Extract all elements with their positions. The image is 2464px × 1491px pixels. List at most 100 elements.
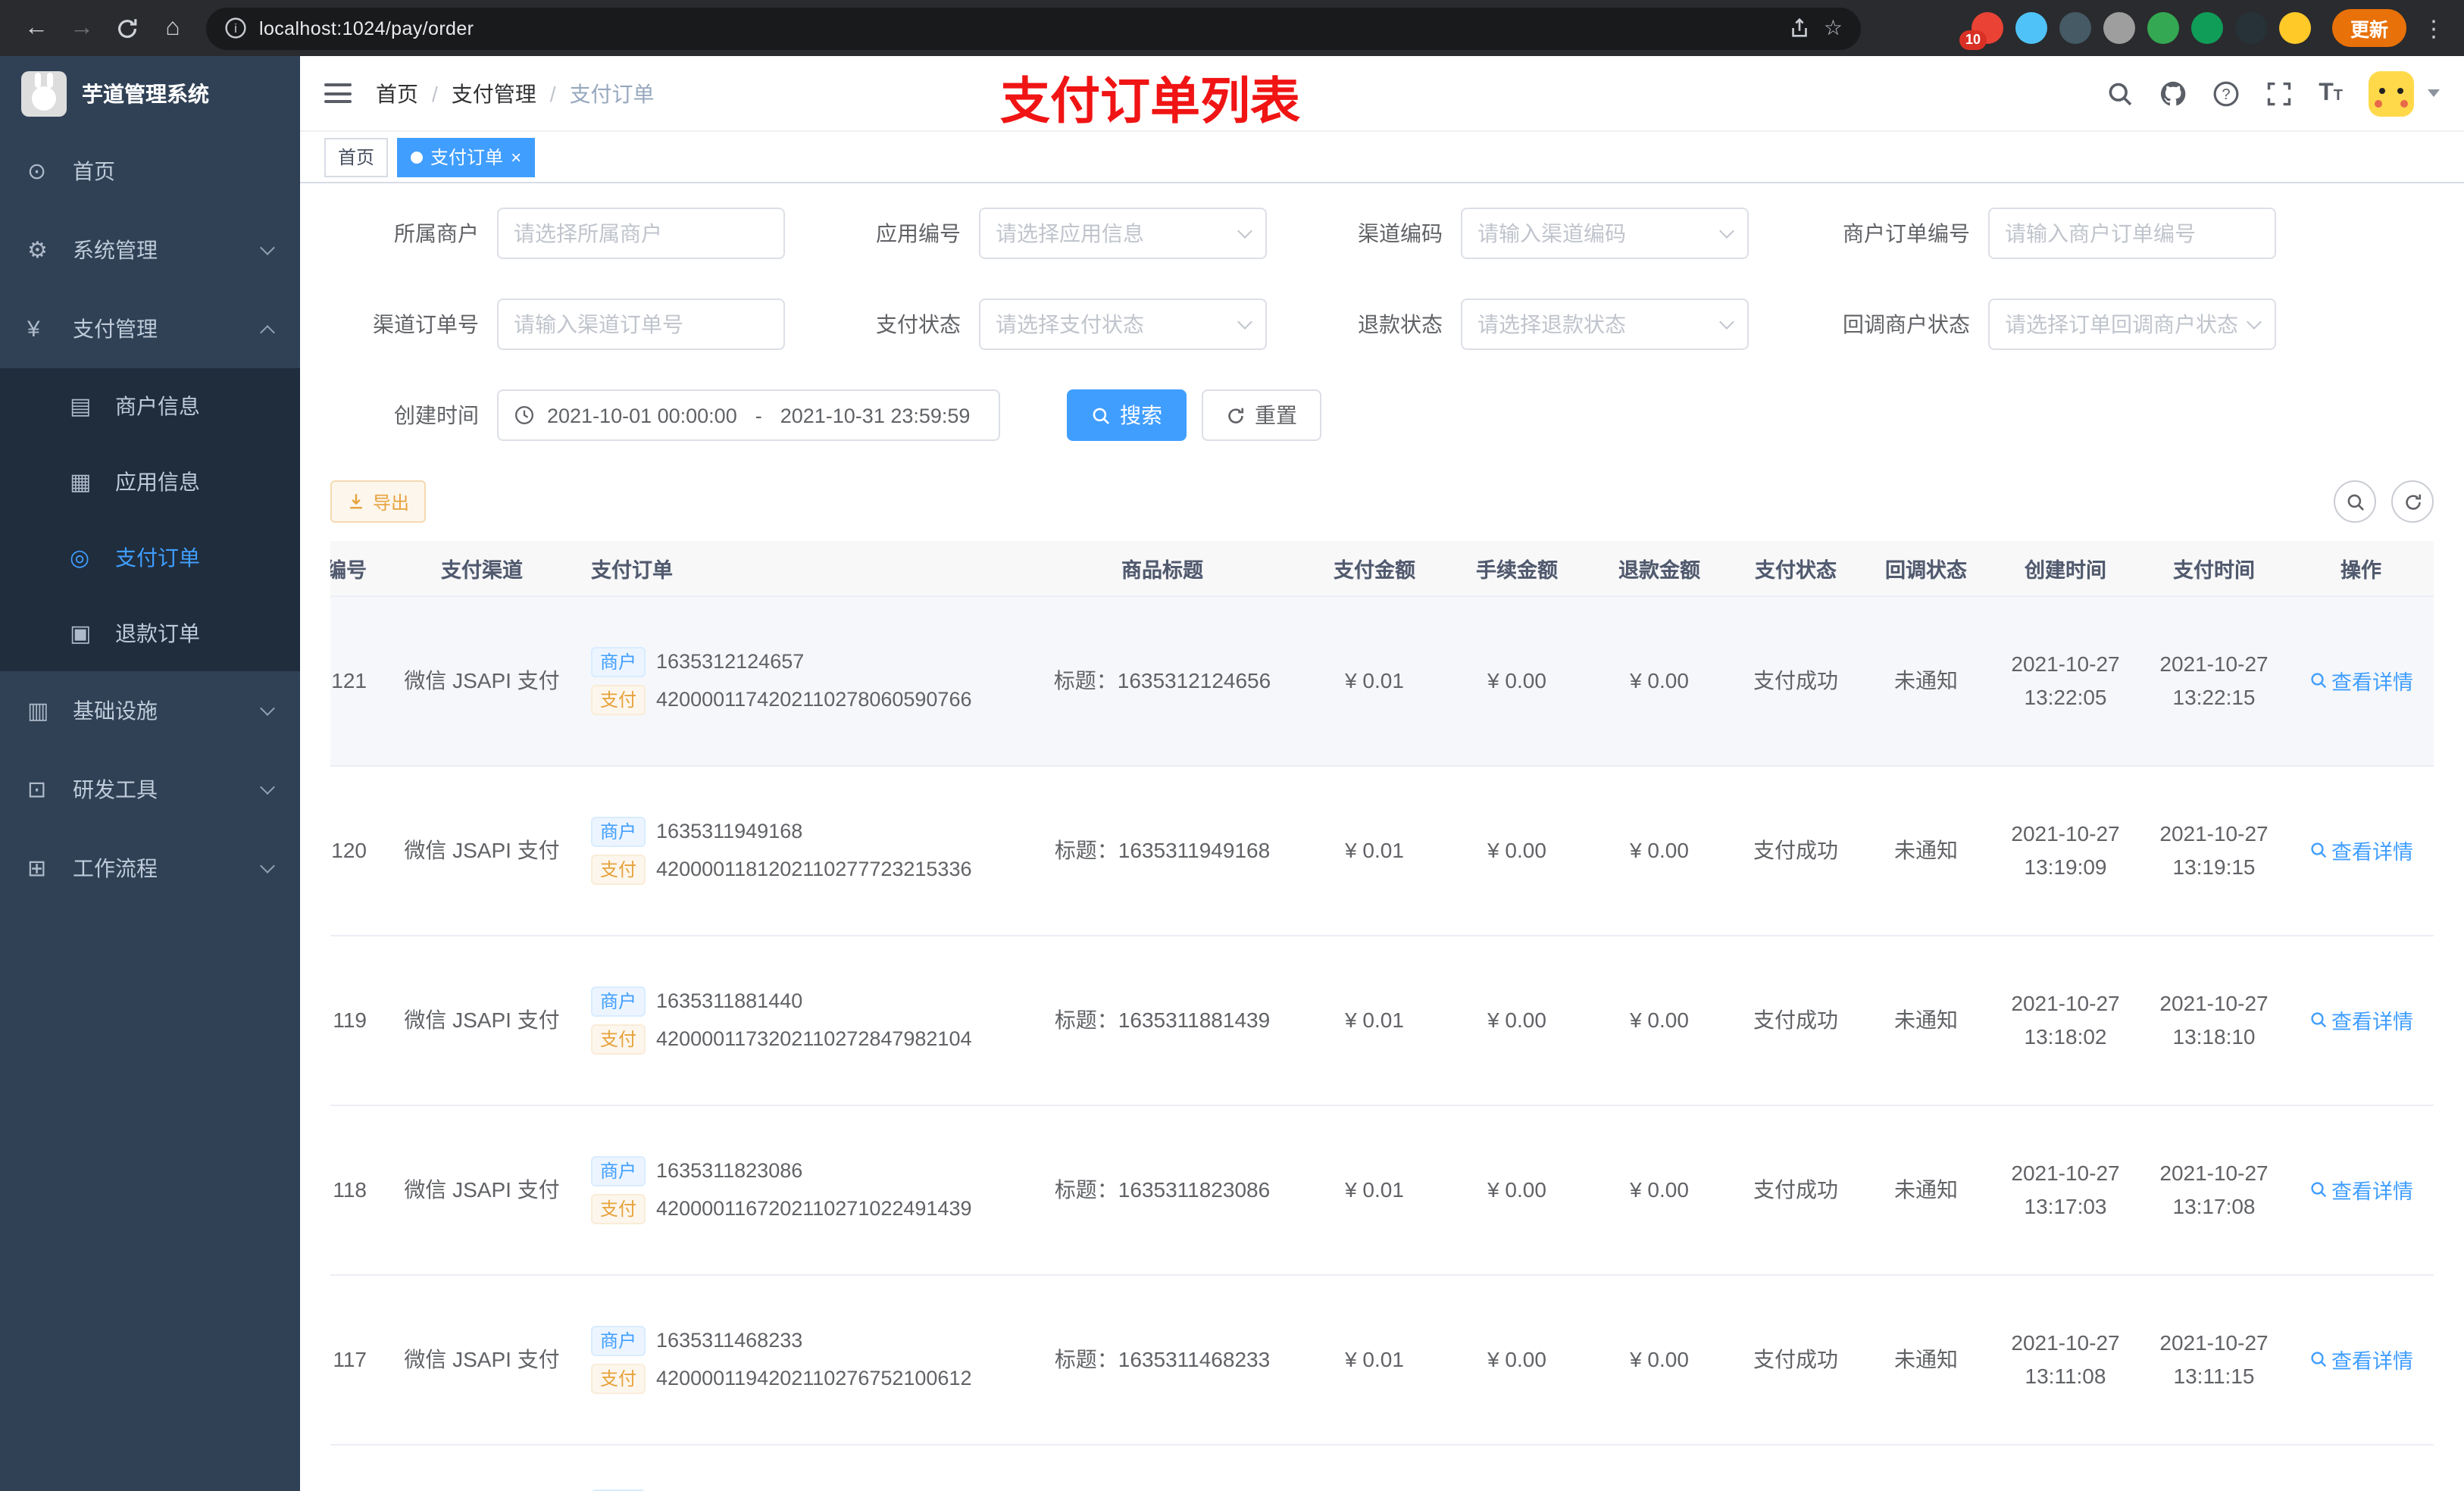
view-detail-link[interactable]: 查看详情 xyxy=(2309,665,2413,695)
view-detail-link[interactable]: 查看详情 xyxy=(2309,1344,2413,1374)
cell-refund: ¥ 0.00 xyxy=(1588,765,1731,936)
tag-label: 支付订单 xyxy=(430,147,504,168)
chevron-down-icon xyxy=(260,700,275,715)
browser-update-button[interactable]: 更新 xyxy=(2331,9,2406,47)
share-icon[interactable] xyxy=(1789,17,1812,39)
browser-menu-icon[interactable]: ⋮ xyxy=(2419,14,2449,42)
cell-notify: 未通知 xyxy=(1861,935,1991,1105)
breadcrumb-item[interactable]: 首页 xyxy=(376,78,418,108)
extension-icon-6[interactable] xyxy=(2190,12,2223,44)
bookmark-star-icon[interactable]: ☆ xyxy=(1824,15,1843,41)
merchant-tag: 商户 xyxy=(591,816,646,846)
export-button[interactable]: 导出 xyxy=(330,480,427,523)
cell-fee: ¥ 0.00 xyxy=(1446,765,1588,936)
tag-1[interactable]: 支付订单 × xyxy=(397,137,536,177)
extension-icon-1[interactable]: 10 xyxy=(1959,12,2003,50)
sidebar-item-5[interactable]: ⊞ 工作流程 xyxy=(0,829,300,908)
cell-channel: 微信 JSAPI 支付 xyxy=(385,595,579,766)
search-icon[interactable] xyxy=(2106,80,2134,107)
sidebar-item-4[interactable]: ⊡ 研发工具 xyxy=(0,750,300,829)
app-logo[interactable]: 芋道管理系统 xyxy=(0,56,300,132)
cell-pay-time: 2021-10-27 13:22:15 xyxy=(2140,595,2288,766)
avatar-dropdown-icon[interactable] xyxy=(2428,89,2440,97)
screen: ← → ⌂ i localhost:1024/pay/order ☆ 10 更新… xyxy=(0,0,2464,1491)
export-button-label: 导出 xyxy=(373,492,410,513)
page-content: 所属商户应用编号请选择应用信息渠道编码请输入渠道编码商户订单编号渠道订单号支付状… xyxy=(300,183,2464,1491)
profile-avatar-icon[interactable] xyxy=(2278,12,2311,44)
sidebar-subitem-2-2[interactable]: ◎ 支付订单 xyxy=(0,520,300,595)
sidebar-item-3[interactable]: ▥ 基础设施 xyxy=(0,671,300,750)
view-detail-link[interactable]: 查看详情 xyxy=(2309,835,2413,865)
cell-fee: ¥ 0.00 xyxy=(1446,1274,1588,1445)
extension-icon-7[interactable] xyxy=(2234,12,2267,44)
cell-status: 支付成功 xyxy=(1731,1105,1861,1275)
cell-status: 支付成功 xyxy=(1731,935,1861,1105)
url-bar[interactable]: i localhost:1024/pay/order ☆ xyxy=(206,7,1861,49)
merchant-no: 1635311949168 xyxy=(656,820,803,842)
sidebar-item-2[interactable]: ¥ 支付管理 xyxy=(0,289,300,368)
user-avatar[interactable] xyxy=(2369,70,2414,116)
sidebar-subitem-2-3[interactable]: ▣ 退款订单 xyxy=(0,595,300,671)
back-button[interactable]: ← xyxy=(15,7,58,49)
view-detail-link[interactable]: 查看详情 xyxy=(2309,1005,2413,1035)
cell-channel: 微信 JSAPI 支付 xyxy=(385,935,579,1105)
date-end: 2021-10-31 23:59:59 xyxy=(780,404,971,427)
sidebar-toggle-icon[interactable] xyxy=(324,83,352,103)
cell-action: 查看详情 xyxy=(2288,595,2434,766)
search-icon xyxy=(2309,841,2327,859)
extension-icon-5[interactable] xyxy=(2147,12,2179,44)
filter-field: 渠道编码 请输入渠道编码 xyxy=(1309,208,1749,259)
filter-select[interactable]: 请选择退款状态 xyxy=(1461,299,1749,350)
sidebar-item-label: 基础设施 xyxy=(73,699,158,723)
sidebar-item-0[interactable]: ⊙ 首页 xyxy=(0,132,300,211)
search-button[interactable]: 搜索 xyxy=(1067,389,1187,441)
cell-empty xyxy=(1021,1444,1303,1491)
home-button[interactable]: ⌂ xyxy=(152,7,194,49)
cell-pay-order: 商户 1635312124657 支付 42000011742021102780605… xyxy=(579,595,1021,766)
chevron-down-icon xyxy=(260,858,275,873)
font-size-icon[interactable]: TT xyxy=(2319,80,2343,107)
extension-icon-2[interactable] xyxy=(2015,12,2047,44)
sidebar-subitem-2-0[interactable]: ▤ 商户信息 xyxy=(0,368,300,444)
sidebar-subitem-2-1[interactable]: ▦ 应用信息 xyxy=(0,444,300,520)
github-icon[interactable] xyxy=(2159,80,2187,107)
refresh-table-button[interactable] xyxy=(2391,480,2434,523)
column-header-0: 编号 xyxy=(330,541,385,596)
extension-icon-3[interactable] xyxy=(2059,12,2091,44)
forward-button[interactable]: → xyxy=(61,7,103,49)
date-range-input[interactable]: 2021-10-01 00:00:00 - 2021-10-31 23:59:5… xyxy=(497,389,1000,441)
filter-input[interactable] xyxy=(514,312,768,336)
merchant-tag: 商户 xyxy=(591,1155,646,1186)
filter-select[interactable]: 请输入渠道编码 xyxy=(1461,208,1749,259)
fullscreen-icon[interactable] xyxy=(2265,80,2293,107)
toggle-search-button[interactable] xyxy=(2334,480,2376,523)
cell-empty xyxy=(2288,1444,2434,1491)
filter-select[interactable]: 请选择支付状态 xyxy=(979,299,1267,350)
cell-pay-order: 商户 1635311823086 支付 42000011672021102710224… xyxy=(579,1105,1021,1275)
view-detail-link[interactable]: 查看详情 xyxy=(2309,1174,2413,1205)
tag-close-icon[interactable]: × xyxy=(511,148,521,166)
tag-0[interactable]: 首页 xyxy=(324,137,389,177)
sidebar-item-1[interactable]: ⚙ 系统管理 xyxy=(0,211,300,289)
reload-button[interactable] xyxy=(106,7,149,49)
browser-toolbar: ← → ⌂ i localhost:1024/pay/order ☆ 10 更新… xyxy=(0,0,2464,56)
filter-field: 应用编号 请选择应用信息 xyxy=(827,208,1267,259)
column-header-10: 支付时间 xyxy=(2140,541,2288,596)
pay-tag: 支付 xyxy=(591,1024,646,1054)
breadcrumb-item: 支付订单 xyxy=(569,81,655,105)
cell-empty xyxy=(1303,1444,1446,1491)
filter-input[interactable] xyxy=(2005,221,2259,245)
breadcrumb-item[interactable]: 支付管理 xyxy=(452,78,536,108)
column-header-11: 操作 xyxy=(2288,541,2434,596)
reset-button[interactable]: 重置 xyxy=(1202,389,1321,441)
cell-action: 查看详情 xyxy=(2288,765,2434,936)
cell-action: 查看详情 xyxy=(2288,935,2434,1105)
help-icon[interactable]: ? xyxy=(2212,80,2240,107)
filter-select[interactable]: 请选择订单回调商户状态 xyxy=(1988,299,2276,350)
extension-icon-4[interactable] xyxy=(2103,12,2135,44)
filter-select[interactable]: 请选择应用信息 xyxy=(979,208,1267,259)
cell-channel: 微信 JSAPI 支付 xyxy=(385,1105,579,1275)
search-button-label: 搜索 xyxy=(1120,403,1162,427)
filter-input[interactable] xyxy=(514,221,768,245)
cell-pay-order: 商户 1635311881440 支付 42000011732021102728479… xyxy=(579,935,1021,1105)
